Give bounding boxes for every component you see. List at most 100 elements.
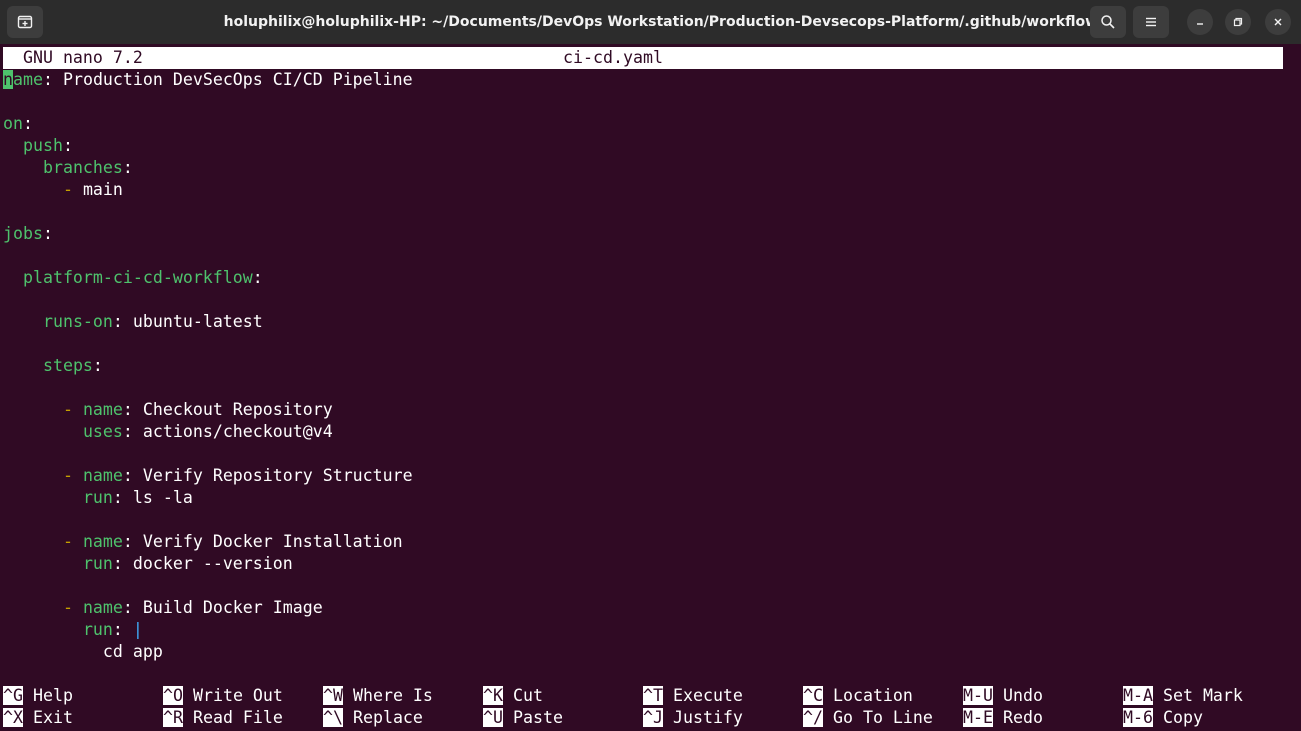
yaml-separator: : — [122, 400, 143, 419]
text-cursor: n — [3, 70, 13, 89]
new-tab-icon — [17, 15, 33, 29]
yaml-value: Production DevSecOps CI/CD Pipeline — [62, 70, 413, 89]
search-icon — [1101, 15, 1115, 29]
yaml-separator: : — [112, 312, 133, 331]
yaml-separator: : — [62, 136, 73, 155]
shortcut-label: Execute — [672, 686, 743, 705]
close-icon — [1274, 18, 1282, 26]
terminal-area[interactable]: GNU nano 7.2 ci-cd.yaml name: Production… — [0, 44, 1301, 731]
yaml-value: ls -la — [132, 488, 193, 507]
yaml-value: Verify Repository Structure — [142, 466, 413, 485]
new-tab-button[interactable] — [7, 6, 43, 38]
shortcut-key: ^U — [483, 708, 503, 727]
shortcut-label: Justify — [672, 708, 743, 727]
code-line: run: docker --version — [3, 553, 293, 575]
yaml-key: push — [22, 136, 63, 155]
shortcut-justify: ^J Justify — [643, 707, 743, 729]
shortcut-label: Where Is — [352, 686, 433, 705]
code-line: push: — [3, 135, 73, 157]
list-dash: - — [62, 180, 83, 199]
shortcut-key: ^X — [3, 708, 23, 727]
shortcut-label: Copy — [1162, 708, 1203, 727]
yaml-separator: : — [122, 158, 133, 177]
shortcut-label: Cut — [512, 686, 543, 705]
yaml-key: ame — [13, 70, 43, 89]
yaml-key: run — [82, 554, 113, 573]
shortcut-label: Redo — [1002, 708, 1043, 727]
code-line: runs-on: ubuntu-latest — [3, 311, 263, 333]
shortcut-help: ^G Help — [3, 685, 73, 707]
yaml-key: uses — [82, 422, 123, 441]
minimize-button[interactable] — [1187, 9, 1213, 35]
yaml-key: steps — [42, 356, 93, 375]
yaml-key: name — [82, 598, 123, 617]
shortcut-label: Location — [832, 686, 913, 705]
code-line: - name: Checkout Repository — [3, 399, 333, 421]
shortcut-location: ^C Location — [803, 685, 913, 707]
shortcut-label: Write Out — [192, 686, 283, 705]
yaml-value: ubuntu-latest — [132, 312, 263, 331]
shortcut-label: Go To Line — [832, 708, 933, 727]
list-dash: - — [62, 598, 83, 617]
search-button[interactable] — [1090, 6, 1126, 38]
shortcut-key: ^/ — [803, 708, 823, 727]
shortcut-paste: ^U Paste — [483, 707, 563, 729]
maximize-icon — [1233, 17, 1243, 27]
title-bar[interactable]: holuphilix@holuphilix-HP: ~/Documents/De… — [0, 0, 1301, 44]
shortcut-cut: ^K Cut — [483, 685, 543, 707]
yaml-key: name — [82, 466, 123, 485]
code-line: uses: actions/checkout@v4 — [3, 421, 333, 443]
shortcut-undo: M-U Undo — [963, 685, 1043, 707]
code-line: jobs: — [3, 223, 53, 245]
code-line: - name: Build Docker Image — [3, 597, 323, 619]
close-button[interactable] — [1265, 9, 1291, 35]
yaml-separator: : — [112, 554, 133, 573]
yaml-separator: : — [122, 422, 143, 441]
shortcut-exit: ^X Exit — [3, 707, 73, 729]
hamburger-menu-icon — [1146, 17, 1156, 27]
shortcut-label: Help — [32, 686, 73, 705]
code-line: - main — [3, 179, 123, 201]
yaml-key: on — [3, 114, 23, 133]
yaml-key: run — [82, 488, 113, 507]
code-line: - name: Verify Docker Installation — [3, 531, 403, 553]
list-dash: - — [62, 466, 83, 485]
shortcut-key: M-U — [963, 686, 993, 705]
yaml-separator: : — [122, 598, 143, 617]
shortcut-key: ^C — [803, 686, 823, 705]
shortcut-set-mark: M-A Set Mark — [1123, 685, 1243, 707]
menu-button[interactable] — [1133, 6, 1169, 38]
yaml-separator: : — [112, 488, 133, 507]
shortcut-copy: M-6 Copy — [1123, 707, 1203, 729]
shortcut-redo: M-E Redo — [963, 707, 1043, 729]
yaml-key: jobs — [3, 224, 43, 243]
nano-header-bar: GNU nano 7.2 ci-cd.yaml — [3, 47, 1283, 69]
yaml-value: cd app — [102, 642, 163, 661]
window-title: holuphilix@holuphilix-HP: ~/Documents/De… — [223, 14, 1107, 30]
yaml-key: run — [82, 620, 113, 639]
yaml-separator: : — [42, 224, 53, 243]
maximize-button[interactable] — [1225, 9, 1251, 35]
yaml-separator: : — [92, 356, 103, 375]
yaml-key: runs-on — [42, 312, 113, 331]
yaml-key: name — [82, 532, 123, 551]
shortcut-label: Replace — [352, 708, 423, 727]
code-line: branches: — [3, 157, 133, 179]
code-line: run: | — [3, 619, 143, 641]
yaml-separator: : — [122, 466, 143, 485]
yaml-value: main — [82, 180, 123, 199]
yaml-separator: : — [112, 620, 133, 639]
yaml-block-pipe: | — [132, 620, 143, 639]
shortcut-key: ^O — [163, 686, 183, 705]
